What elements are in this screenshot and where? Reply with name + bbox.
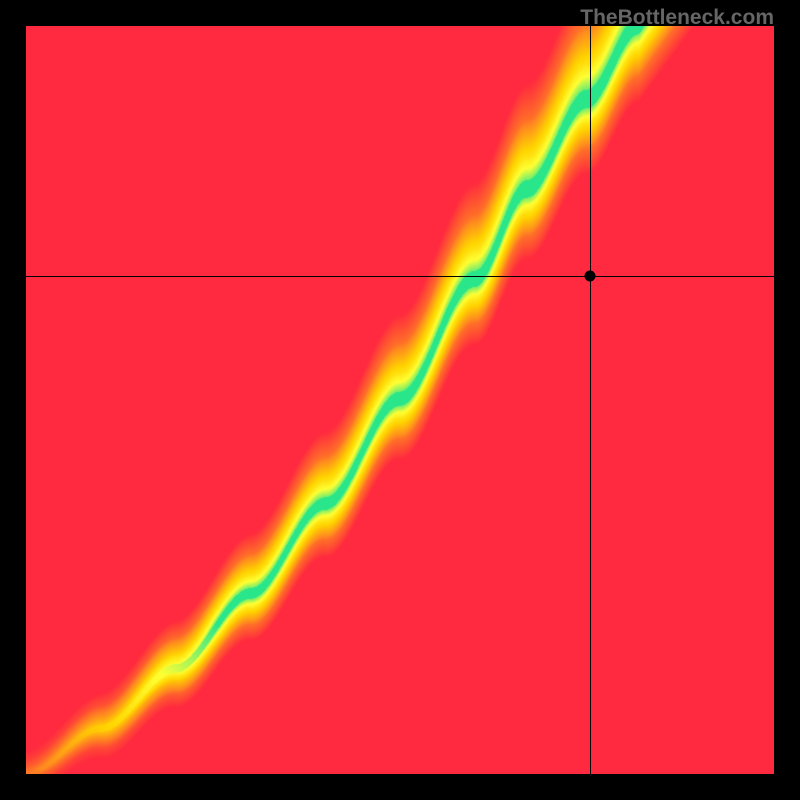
plot-area xyxy=(26,26,774,774)
crosshair-vertical xyxy=(590,26,591,774)
watermark-text: TheBottleneck.com xyxy=(580,6,774,30)
chart-frame: TheBottleneck.com xyxy=(0,0,800,800)
crosshair-horizontal xyxy=(26,276,774,277)
marker-dot xyxy=(584,271,595,282)
heatmap-canvas xyxy=(26,26,774,774)
